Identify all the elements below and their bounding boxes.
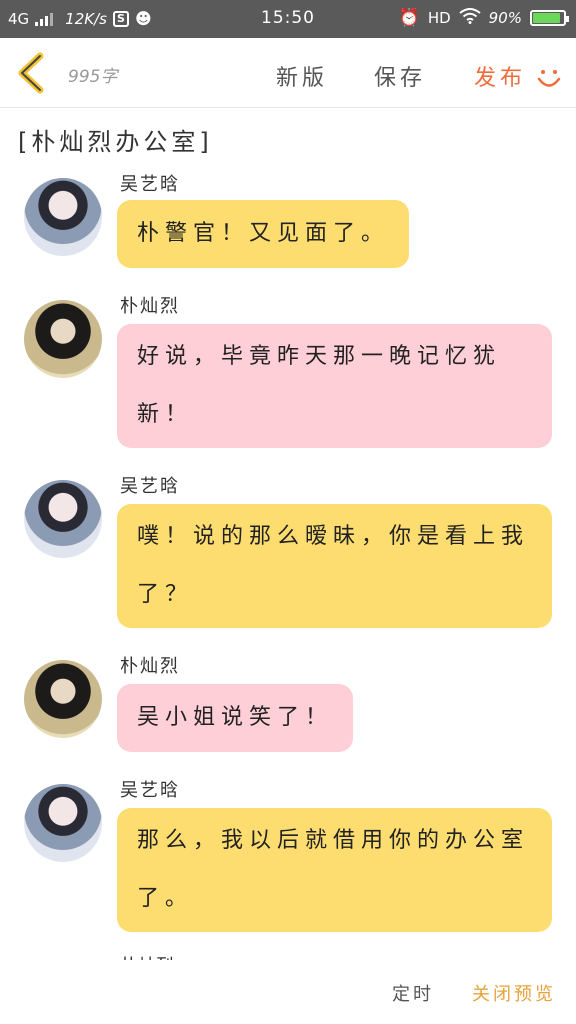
- message-bubble[interactable]: 那么，我以后就借用你的办公室了。: [117, 808, 552, 932]
- chevron-left-icon: [18, 52, 44, 94]
- back-button[interactable]: [14, 52, 48, 94]
- sender-name: 朴灿烈: [120, 656, 180, 677]
- message-bubble[interactable]: 朴警官！又见面了。: [117, 200, 410, 268]
- avatar[interactable]: [24, 660, 102, 738]
- save-button[interactable]: 保存: [374, 60, 426, 92]
- message-bubble[interactable]: 噗！说的那么暧昧，你是看上我了？: [117, 504, 552, 628]
- sender-name-partial: 朴灿烈: [120, 952, 174, 960]
- message-bubble[interactable]: 吴小姐说笑了！: [117, 684, 354, 752]
- avatar[interactable]: [24, 480, 102, 558]
- editor-toolbar: 995字 新版 保存 发布: [0, 38, 576, 108]
- smiley-icon: [537, 70, 561, 87]
- status-bar: 4G 12K/s S ☻ 15:50 ⏰ HD 90%: [0, 0, 576, 38]
- alarm-icon: ⏰: [398, 8, 420, 28]
- avatar[interactable]: [24, 300, 102, 378]
- battery-icon: [530, 10, 569, 26]
- publish-button[interactable]: 发布: [474, 60, 526, 92]
- status-right: ⏰ HD 90%: [398, 8, 569, 28]
- message-bubble[interactable]: 好说，毕竟昨天那一晚记忆犹新！: [117, 324, 552, 448]
- close-preview-button[interactable]: 关闭预览: [472, 980, 556, 1006]
- wifi-icon: [459, 8, 481, 28]
- sender-name: 吴艺晗: [120, 476, 180, 497]
- avatar[interactable]: [24, 178, 102, 256]
- timer-button[interactable]: 定时: [392, 980, 434, 1006]
- battery-percent: 90%: [488, 9, 522, 27]
- hd-label: HD: [427, 9, 451, 27]
- sender-name: 朴灿烈: [120, 296, 180, 317]
- avatar[interactable]: [24, 784, 102, 862]
- bottom-bar: 定时 关闭预览: [0, 960, 576, 1024]
- sender-name: 吴艺晗: [120, 174, 180, 195]
- new-version-button[interactable]: 新版: [276, 60, 328, 92]
- word-count: 995字: [68, 67, 118, 87]
- scene-title: [朴灿烈办公室]: [18, 128, 213, 156]
- sender-name: 吴艺晗: [120, 780, 180, 801]
